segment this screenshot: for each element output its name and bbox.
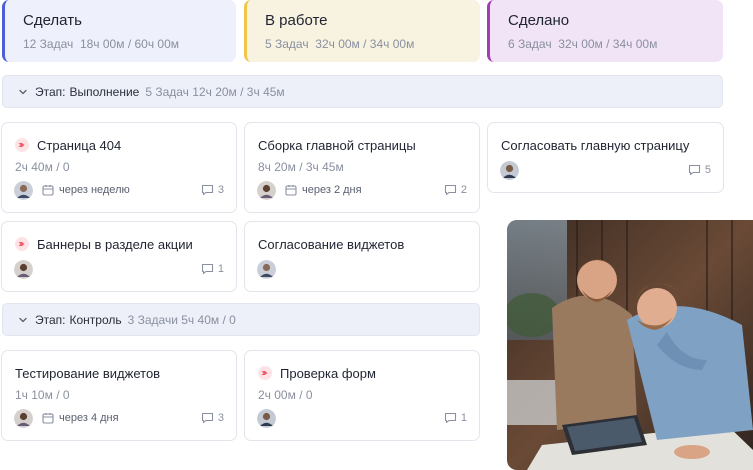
comments-number: 3 bbox=[217, 412, 224, 424]
stage-bar-control[interactable]: Этап: Контроль 3 Задачи 5ч 40м / 0 bbox=[2, 303, 480, 336]
comments-number: 2 bbox=[460, 184, 467, 196]
avatar[interactable] bbox=[14, 180, 33, 200]
column-meta: 6 Задач 32ч 00м / 34ч 00м bbox=[508, 37, 723, 51]
comments-count[interactable]: 1 bbox=[444, 412, 467, 424]
column-hours: 18ч 00м / 60ч 00м bbox=[79, 37, 180, 51]
comment-icon bbox=[444, 412, 456, 424]
comments-count[interactable]: 5 bbox=[688, 164, 711, 176]
priority-flag-icon bbox=[258, 366, 272, 380]
comments-count[interactable]: 2 bbox=[444, 184, 467, 196]
task-title: Сборка главной страницы bbox=[258, 137, 416, 153]
task-card[interactable]: Согласовать главную страницу 5 bbox=[487, 122, 724, 193]
task-due: через 2 дня bbox=[302, 184, 362, 196]
chevron-down-icon[interactable] bbox=[17, 314, 29, 326]
stage-label: Этап: bbox=[35, 312, 66, 327]
comments-number: 3 bbox=[217, 184, 224, 196]
comments-count[interactable]: 3 bbox=[201, 184, 224, 196]
column-meta: 12 Задач 18ч 00м / 60ч 00м bbox=[23, 37, 236, 51]
column-title: Сделать bbox=[23, 12, 82, 29]
column-task-count: 12 Задач bbox=[23, 37, 74, 51]
column-header-done[interactable]: Сделано 6 Задач 32ч 00м / 34ч 00м bbox=[487, 0, 723, 62]
avatar[interactable] bbox=[257, 180, 276, 200]
task-card[interactable]: Баннеры в разделе акции 1 bbox=[1, 221, 237, 292]
column-header-todo[interactable]: Сделать 12 Задач 18ч 00м / 60ч 00м bbox=[2, 0, 236, 62]
column-task-count: 5 Задач bbox=[265, 37, 309, 51]
avatar[interactable] bbox=[500, 160, 519, 180]
priority-flag-icon bbox=[15, 138, 29, 152]
stage-bar-execution[interactable]: Этап: Выполнение 5 Задач 12ч 20м / 3ч 45… bbox=[2, 75, 723, 108]
task-title: Тестирование виджетов bbox=[15, 365, 161, 381]
task-card[interactable]: Страница 404 2ч 40м / 0 через неделю 3 bbox=[1, 122, 237, 213]
comments-number: 5 bbox=[704, 164, 711, 176]
comment-icon bbox=[201, 184, 213, 196]
column-meta: 5 Задач 32ч 00м / 34ч 00м bbox=[265, 37, 480, 51]
comments-number: 1 bbox=[217, 263, 224, 275]
column-title: Сделано bbox=[508, 12, 570, 29]
task-due: через неделю bbox=[59, 184, 130, 196]
task-due: через 4 дня bbox=[59, 412, 119, 424]
avatar[interactable] bbox=[14, 408, 33, 428]
column-task-count: 6 Задач bbox=[508, 37, 552, 51]
calendar-icon bbox=[42, 185, 54, 196]
task-card[interactable]: Согласование виджетов bbox=[244, 221, 480, 292]
task-title: Страница 404 bbox=[37, 137, 122, 153]
task-card[interactable]: Тестирование виджетов 1ч 10м / 0 через 4… bbox=[1, 350, 237, 441]
stage-label: Этап: bbox=[35, 84, 66, 99]
comments-count[interactable]: 3 bbox=[201, 412, 224, 424]
task-time: 2ч 00м / 0 bbox=[258, 388, 313, 402]
calendar-icon bbox=[285, 185, 297, 196]
task-title: Согласовать главную страницу bbox=[501, 137, 690, 153]
comment-icon bbox=[201, 263, 213, 275]
task-card[interactable]: Сборка главной страницы 8ч 20м / 3ч 45м … bbox=[244, 122, 480, 213]
task-card[interactable]: Проверка форм 2ч 00м / 0 1 bbox=[244, 350, 480, 441]
column-title: В работе bbox=[265, 12, 328, 29]
comments-number: 1 bbox=[460, 412, 467, 424]
team-photo bbox=[507, 220, 753, 470]
task-title: Баннеры в разделе акции bbox=[37, 236, 193, 252]
calendar-icon bbox=[42, 413, 54, 424]
task-title: Согласование виджетов bbox=[258, 236, 405, 252]
task-time: 1ч 10м / 0 bbox=[15, 388, 70, 402]
comment-icon bbox=[201, 412, 213, 424]
column-header-in-progress[interactable]: В работе 5 Задач 32ч 00м / 34ч 00м bbox=[244, 0, 480, 62]
stage-meta: 5 Задач 12ч 20м / 3ч 45м bbox=[145, 84, 285, 99]
avatar[interactable] bbox=[257, 408, 276, 428]
avatar[interactable] bbox=[14, 259, 33, 279]
chevron-down-icon[interactable] bbox=[17, 86, 29, 98]
task-title: Проверка форм bbox=[280, 365, 376, 381]
column-hours: 32ч 00м / 34ч 00м bbox=[315, 37, 415, 51]
task-time: 2ч 40м / 0 bbox=[15, 160, 70, 174]
comments-count[interactable]: 1 bbox=[201, 263, 224, 275]
avatar[interactable] bbox=[257, 259, 276, 279]
comment-icon bbox=[688, 164, 700, 176]
stage-name: Контроль bbox=[69, 312, 122, 327]
comment-icon bbox=[444, 184, 456, 196]
column-hours: 32ч 00м / 34ч 00м bbox=[558, 37, 658, 51]
stage-name: Выполнение bbox=[69, 84, 140, 99]
priority-flag-icon bbox=[15, 237, 29, 251]
stage-meta: 3 Задачи 5ч 40м / 0 bbox=[127, 312, 236, 327]
task-time: 8ч 20м / 3ч 45м bbox=[258, 160, 344, 174]
